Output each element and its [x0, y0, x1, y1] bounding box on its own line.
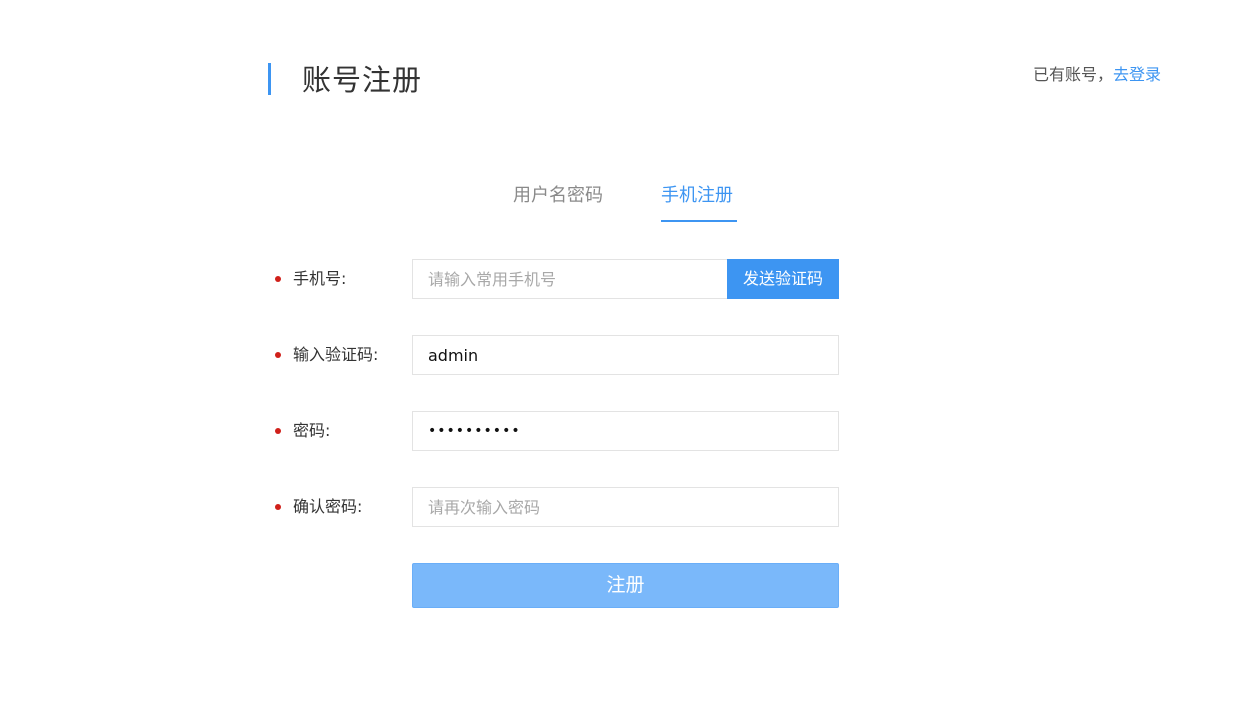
login-link[interactable]: 去登录	[1113, 65, 1161, 84]
register-submit-button[interactable]: 注册	[412, 563, 839, 608]
code-input-box	[412, 335, 839, 375]
code-row: 输入验证码:	[268, 335, 848, 375]
confirm-password-input[interactable]	[413, 488, 838, 526]
confirm-password-label: 确认密码:	[293, 497, 363, 516]
password-label: 密码:	[293, 421, 331, 440]
active-tab-indicator	[661, 220, 737, 222]
login-prompt-text: 已有账号，	[1032, 65, 1113, 84]
phone-label: 手机号:	[293, 269, 347, 288]
password-input-box	[412, 411, 839, 451]
tab-phone-register[interactable]: 手机注册	[661, 182, 733, 210]
confirm-password-input-box	[412, 487, 839, 527]
required-dot	[275, 428, 281, 434]
phone-input[interactable]	[413, 260, 726, 298]
login-prompt: 已有账号，去登录	[1033, 64, 1161, 86]
required-dot	[275, 276, 281, 282]
page-title: 账号注册	[302, 63, 423, 97]
confirm-password-row: 确认密码:	[268, 487, 848, 527]
password-row: 密码:	[268, 411, 848, 451]
register-tabs: 用户名密码 手机注册	[0, 182, 1249, 224]
code-input[interactable]	[413, 336, 838, 374]
phone-row: 手机号: 发送验证码	[268, 259, 848, 299]
phone-input-box: 发送验证码	[412, 259, 839, 299]
title-accent-bar	[268, 63, 271, 95]
code-label: 输入验证码:	[293, 345, 379, 364]
tab-username-password[interactable]: 用户名密码	[513, 182, 603, 210]
required-dot	[275, 504, 281, 510]
send-code-button[interactable]: 发送验证码	[727, 259, 839, 299]
password-input[interactable]	[413, 412, 838, 450]
required-dot	[275, 352, 281, 358]
